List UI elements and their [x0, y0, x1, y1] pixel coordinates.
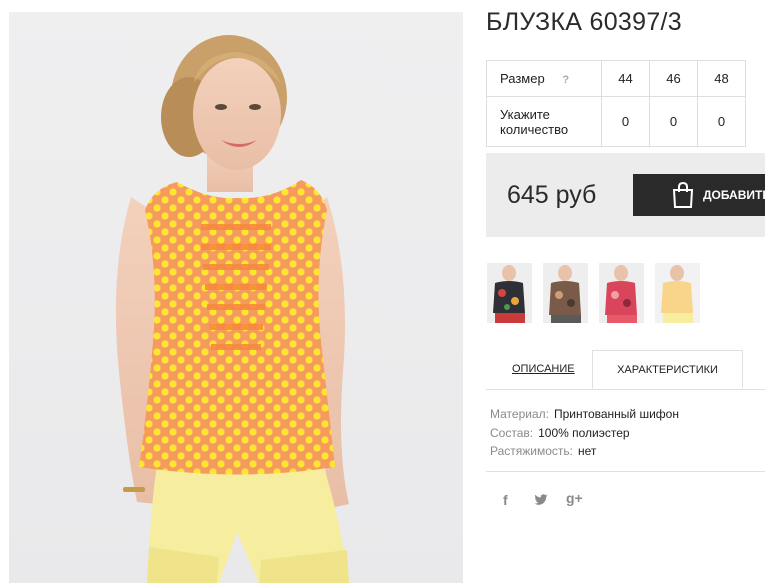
price-box: 645 руб ДОБАВИТЬ: [486, 153, 765, 237]
google-plus-icon[interactable]: g+: [566, 490, 583, 506]
add-to-cart-button[interactable]: ДОБАВИТЬ: [633, 174, 765, 216]
size-quantity-table: Размер ? 44 46 48 Укажите количество 0 0…: [486, 60, 746, 147]
size-help-icon[interactable]: ?: [562, 74, 569, 86]
spec-key: Материал:: [490, 407, 549, 421]
product-photo[interactable]: [9, 12, 463, 583]
spec-value: 100% полиэстер: [538, 425, 630, 440]
size-label: Размер: [500, 71, 545, 86]
spec-key: Состав:: [490, 425, 534, 440]
tab-characteristics-label: ХАРАКТЕРИСТИКИ: [617, 363, 718, 376]
quantity-input-44[interactable]: 0: [601, 96, 650, 147]
price: 645 руб: [507, 181, 597, 209]
spec-row: Состав: 100% полиэстер: [490, 424, 679, 443]
spec-value: Принтованный шифон: [553, 407, 679, 421]
size-label-cell: Размер ?: [486, 60, 602, 97]
tab-characteristics[interactable]: ХАРАКТЕРИСТИКИ: [592, 350, 743, 389]
quantity-label-line1: Укажите: [500, 106, 550, 122]
product-title: БЛУЗКА 60397/3: [486, 8, 682, 36]
section-divider: [486, 471, 765, 472]
spec-row: Растяжимость: нет: [490, 442, 679, 461]
facebook-icon[interactable]: f: [503, 492, 508, 508]
model-illustration: [115, 35, 349, 583]
thumb-red-print[interactable]: [599, 263, 644, 323]
size-48: 48: [697, 60, 746, 97]
quantity-label: Укажите количество: [486, 96, 602, 147]
spec-list: Материал: Принтованный шифон Состав: 100% …: [490, 405, 679, 461]
spec-row: Материал: Принтованный шифон: [490, 405, 679, 424]
shopping-bag-icon: [671, 182, 695, 208]
spec-value: нет: [578, 444, 597, 458]
size-46: 46: [649, 60, 698, 97]
thumb-dark-floral[interactable]: [487, 263, 532, 323]
size-row: Размер ? 44 46 48: [486, 60, 746, 97]
size-44: 44: [601, 60, 650, 97]
add-to-cart-label: ДОБАВИТЬ: [703, 188, 765, 202]
quantity-label-line2: количество: [500, 121, 569, 137]
spec-key: Растяжимость:: [490, 444, 574, 458]
thumb-yellow-polka[interactable]: [655, 263, 700, 323]
twitter-icon[interactable]: [534, 493, 548, 511]
thumb-print-bronze[interactable]: [543, 263, 588, 323]
quantity-input-46[interactable]: 0: [649, 96, 698, 147]
tab-description[interactable]: ОПИСАНИЕ: [512, 363, 575, 375]
quantity-row: Укажите количество 0 0 0: [486, 96, 746, 147]
tabs-divider: [486, 389, 765, 390]
quantity-input-48[interactable]: 0: [697, 96, 746, 147]
